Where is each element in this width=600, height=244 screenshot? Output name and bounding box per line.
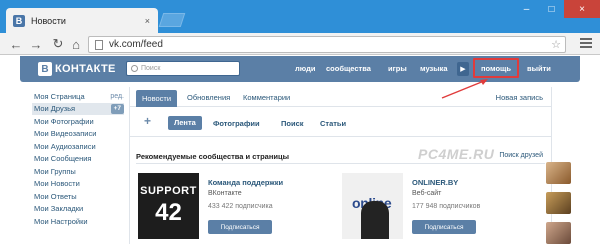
filter-photos[interactable]: Фотографии bbox=[213, 119, 260, 128]
maximize-icon[interactable]: □ bbox=[539, 0, 564, 18]
divider bbox=[136, 163, 545, 164]
subscribe-button[interactable]: Подписаться bbox=[412, 220, 476, 234]
home-icon[interactable]: ⌂ bbox=[68, 36, 84, 52]
community-card: online ONLINER.BY Веб-сайт 177 948 подпи… bbox=[342, 173, 542, 243]
logout-link[interactable]: выйти bbox=[527, 64, 551, 73]
tab-close-icon[interactable]: × bbox=[145, 16, 150, 26]
community-name[interactable]: ONLINER.BY bbox=[412, 178, 458, 187]
sidebar-item-label: Мои Группы bbox=[34, 166, 76, 176]
search-icon bbox=[131, 65, 138, 72]
subscribe-button[interactable]: Подписаться bbox=[208, 220, 272, 234]
sidebar-item-label: Мои Сообщения bbox=[34, 154, 92, 164]
sidebar-item-label: Мои Закладки bbox=[34, 204, 84, 214]
filter-feed[interactable]: Лента bbox=[168, 116, 202, 130]
community-type: ВКонтакте bbox=[208, 190, 242, 197]
community-name[interactable]: Команда поддержки bbox=[208, 178, 283, 187]
nav-games[interactable]: игры bbox=[388, 64, 407, 73]
sidebar-item-photos[interactable]: Мои Фотографии bbox=[32, 115, 124, 128]
back-arrow-icon[interactable]: ← bbox=[8, 36, 24, 52]
community-card: SUPPORT 42 Команда поддержки ВКонтакте 4… bbox=[138, 173, 338, 243]
search-box[interactable] bbox=[126, 61, 240, 76]
vk-logo[interactable]: В КОНТАКТЕ bbox=[38, 62, 116, 76]
bookmark-star-icon[interactable]: ☆ bbox=[551, 38, 561, 51]
sidebar-item-videos[interactable]: Мои Видеозаписи bbox=[32, 128, 124, 141]
avatar-figure bbox=[361, 201, 389, 239]
forward-arrow-icon[interactable]: → bbox=[28, 36, 44, 52]
browser-toolbar: ← → ↻ ⌂ vk.com/feed ☆ bbox=[0, 33, 600, 55]
vk-favicon-icon: В bbox=[13, 14, 25, 27]
sidebar-item-audio[interactable]: Мои Аудиозаписи bbox=[32, 140, 124, 153]
community-avatar[interactable]: SUPPORT 42 bbox=[138, 173, 199, 239]
find-friends-link[interactable]: Поиск друзей bbox=[499, 152, 543, 159]
friends-count-badge: +7 bbox=[110, 103, 124, 114]
url-text: vk.com/feed bbox=[109, 39, 163, 50]
recommendations-block: Рекомендуемые сообщества и страницы Поис… bbox=[130, 143, 551, 244]
sidebar-item-answers[interactable]: Мои Ответы bbox=[32, 190, 124, 203]
friend-thumbnail[interactable] bbox=[546, 222, 571, 244]
sidebar-item-bookmarks[interactable]: Мои Закладки bbox=[32, 203, 124, 216]
avatar-number: 42 bbox=[155, 199, 182, 226]
sidebar-item-label: Мои Ответы bbox=[34, 191, 77, 201]
tab-news[interactable]: Новости bbox=[136, 90, 178, 107]
sidebar-item-friends[interactable]: Мои Друзья +7 bbox=[32, 102, 124, 115]
feed-content: Новости Обновления Комментарии Новая зап… bbox=[129, 87, 552, 244]
browser-tab[interactable]: В Новости × bbox=[6, 8, 158, 33]
new-tab-button[interactable] bbox=[158, 13, 186, 27]
sidebar-item-groups[interactable]: Мои Группы bbox=[32, 165, 124, 178]
help-link[interactable]: помощь bbox=[473, 58, 519, 78]
sidebar-item-label: Мои Видеозаписи bbox=[34, 129, 97, 139]
address-bar[interactable]: vk.com/feed ☆ bbox=[88, 36, 566, 53]
page-icon bbox=[95, 39, 103, 50]
sidebar-item-label: Мои Настройки bbox=[34, 216, 88, 226]
sidebar-item-messages[interactable]: Мои Сообщения bbox=[32, 153, 124, 166]
sidebar-item-label: Мои Друзья bbox=[34, 104, 76, 114]
right-thumbnails bbox=[546, 162, 576, 244]
sidebar-item-label: Мои Новости bbox=[34, 179, 80, 189]
search-input[interactable] bbox=[141, 65, 231, 72]
vk-header: В КОНТАКТЕ люди сообщества игры музыка ▶… bbox=[20, 56, 580, 82]
tab-updates[interactable]: Обновления bbox=[187, 93, 230, 102]
sidebar-item-my-page[interactable]: Моя Страница ред. bbox=[32, 90, 124, 103]
vk-logo-icon: В bbox=[38, 62, 52, 76]
watermark: PC4ME.RU bbox=[418, 146, 495, 162]
edit-menu-link[interactable]: ред. bbox=[110, 93, 124, 100]
sidebar-item-label: Моя Страница bbox=[34, 91, 85, 101]
subscriber-count: 433 422 подписчика bbox=[208, 203, 273, 210]
friend-thumbnail[interactable] bbox=[546, 162, 571, 184]
feed-filter-bar: + Лента Фотографии Поиск Статьи bbox=[130, 108, 551, 137]
nav-communities[interactable]: сообщества bbox=[326, 64, 371, 73]
sidebar-item-settings[interactable]: Мои Настройки bbox=[32, 215, 124, 228]
recommendations-title: Рекомендуемые сообщества и страницы bbox=[136, 152, 290, 161]
filter-search[interactable]: Поиск bbox=[281, 119, 304, 128]
minimize-icon[interactable]: – bbox=[514, 0, 539, 18]
sidebar-item-label: Мои Аудиозаписи bbox=[34, 141, 96, 151]
browser-menu-icon[interactable] bbox=[580, 38, 592, 50]
community-avatar[interactable]: online bbox=[342, 173, 403, 239]
friend-thumbnail[interactable] bbox=[546, 192, 571, 214]
screen: В Новости × – □ × ← → ↻ ⌂ vk.com/feed ☆ … bbox=[0, 0, 600, 244]
sidebar-item-label: Мои Фотографии bbox=[34, 116, 94, 126]
reload-icon[interactable]: ↻ bbox=[50, 36, 66, 52]
window-close-icon[interactable]: × bbox=[564, 0, 600, 18]
vk-logo-text: КОНТАКТЕ bbox=[55, 63, 116, 75]
add-list-icon[interactable]: + bbox=[144, 114, 151, 128]
play-icon[interactable]: ▶ bbox=[457, 62, 469, 76]
avatar-text: SUPPORT bbox=[140, 185, 197, 197]
feed-tabs: Новости Обновления Комментарии Новая зап… bbox=[130, 87, 551, 107]
nav-music[interactable]: музыка bbox=[420, 64, 448, 73]
subscriber-count: 177 948 подписчиков bbox=[412, 203, 481, 210]
browser-tab-strip: В Новости × – □ × bbox=[0, 0, 600, 33]
nav-people[interactable]: люди bbox=[295, 64, 315, 73]
tab-title: Новости bbox=[31, 15, 66, 26]
filter-articles[interactable]: Статьи bbox=[320, 119, 346, 128]
left-menu: Моя Страница ред. Мои Друзья +7 Мои Фото… bbox=[32, 90, 124, 228]
community-type: Веб-сайт bbox=[412, 190, 442, 197]
tab-comments[interactable]: Комментарии bbox=[243, 93, 290, 102]
window-controls: – □ × bbox=[514, 0, 600, 18]
sidebar-item-news[interactable]: Мои Новости bbox=[32, 178, 124, 191]
new-post-link[interactable]: Новая запись bbox=[496, 93, 543, 102]
